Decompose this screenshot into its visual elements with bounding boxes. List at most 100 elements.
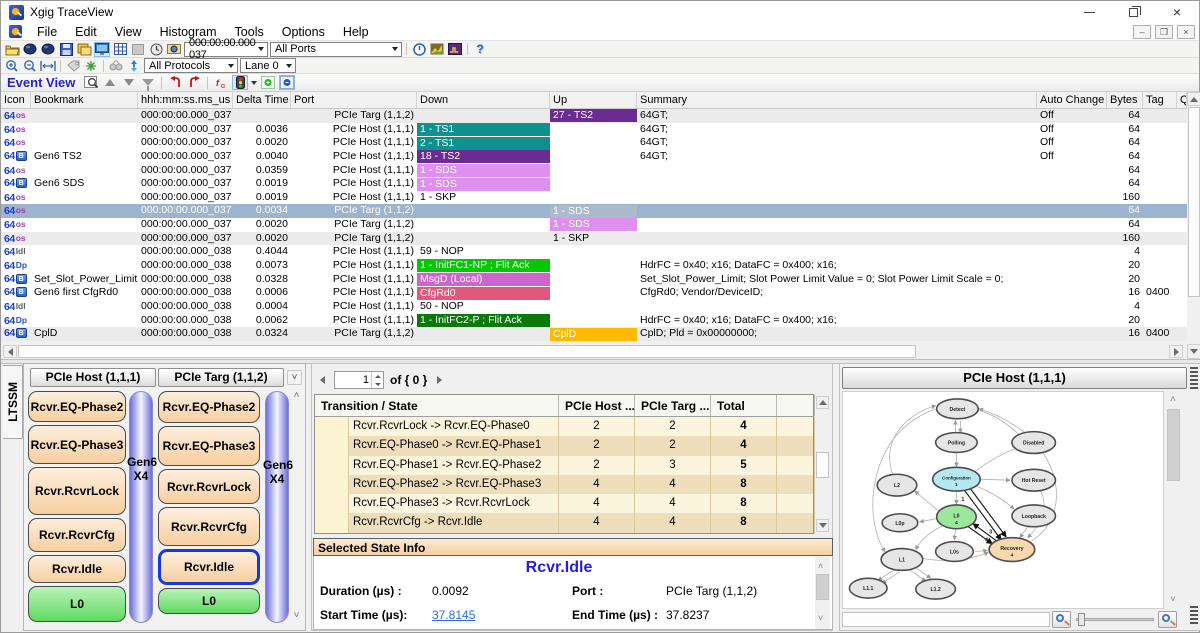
traffic-light-icon[interactable] xyxy=(232,75,248,90)
ltssm-tab[interactable]: LTSSM xyxy=(3,365,23,439)
prev-event-icon[interactable] xyxy=(102,75,118,90)
open-trace-icon[interactable] xyxy=(4,42,20,57)
pager-next-button[interactable] xyxy=(433,373,445,387)
diagram-node-recovery[interactable]: Recovery4 xyxy=(989,538,1035,562)
ports-combo[interactable]: All Ports xyxy=(270,42,402,57)
diagram-node-hot-reset[interactable]: Hot Reset xyxy=(1012,469,1056,491)
transition-scroll-up[interactable] xyxy=(816,396,829,409)
diagram-zoom-slider-thumb[interactable] xyxy=(1078,613,1085,626)
ltssm-state-host-rcvr-rcvrcfg[interactable]: Rcvr.RcvrCfg xyxy=(28,518,126,552)
event-row-15[interactable]: 64Idl000:00:00.000_0380.0004PCIe Host (1… xyxy=(1,300,1187,314)
ltssm-state-host-l0[interactable]: L0 xyxy=(28,586,126,622)
time-jump-combo[interactable]: 000:00:00.000 037 xyxy=(184,42,268,57)
ltssm-scroll-up[interactable]: ˄ xyxy=(290,390,303,401)
ltssm-targ-header[interactable]: PCIe Targ (1,1,2) xyxy=(158,368,284,387)
event-row-1[interactable]: 64os000:00:00.000_037PCIe Targ (1,1,2)27… xyxy=(1,109,1187,123)
state-diagram-canvas[interactable]: DetectPollingDisabledConfiguration1Hot R… xyxy=(842,391,1164,609)
event-row-13[interactable]: 64BSet_Slot_Power_Limit000:00:00.000_038… xyxy=(1,273,1187,287)
zoom-fit-icon[interactable] xyxy=(40,58,56,73)
ltssm-state-targ-rcvr-eq-phase3[interactable]: Rcvr.EQ-Phase3 xyxy=(158,426,260,466)
info-scroll-thumb[interactable] xyxy=(816,574,829,600)
event-row-17[interactable]: 64BCplD000:00:00.000_0380.0324PCIe Targ … xyxy=(1,327,1187,341)
histogram-color-icon[interactable] xyxy=(429,42,445,57)
column-header-auto[interactable]: Auto Change xyxy=(1037,92,1107,108)
close-button[interactable]: × xyxy=(1155,1,1199,23)
marker-icon[interactable] xyxy=(83,58,99,73)
menu-help[interactable]: Help xyxy=(334,23,378,41)
pager-page-spinner[interactable]: 1 xyxy=(334,371,384,389)
traffic-light-dropdown-arrow[interactable] xyxy=(251,81,257,85)
transition-scroll-down[interactable] xyxy=(816,519,829,532)
diagram-node-l1-1[interactable]: L1.1 xyxy=(849,578,887,598)
event-vscroll-thumb[interactable] xyxy=(1188,107,1200,297)
save-icon[interactable] xyxy=(58,42,74,57)
diagram-node-l0p[interactable]: L0p xyxy=(882,514,918,532)
event-row-2[interactable]: 64os000:00:00.000_0370.0036PCIe Host (1,… xyxy=(1,123,1187,137)
goto-event-icon[interactable] xyxy=(83,75,99,90)
ltssm-scroll-down[interactable]: ˅ xyxy=(290,610,303,621)
transition-row-4[interactable]: Rcvr.EQ-Phase2 -> Rcvr.EQ-Phase3448 xyxy=(315,475,813,494)
event-hscroll-thumb[interactable] xyxy=(18,345,916,358)
minimize-button[interactable] xyxy=(1067,1,1111,23)
pager-prev-button[interactable] xyxy=(316,373,328,387)
diagram-node-polling[interactable]: Polling xyxy=(936,433,978,453)
col-total[interactable]: Total xyxy=(711,395,777,416)
diagram-zoom-in-button[interactable] xyxy=(1158,611,1177,628)
column-header-bookmark[interactable]: Bookmark xyxy=(31,92,138,108)
menu-file[interactable]: File xyxy=(28,23,66,41)
event-row-10[interactable]: 64os000:00:00.000_0370.0020PCIe Targ (1,… xyxy=(1,232,1187,246)
mdi-restore-button[interactable]: ❐ xyxy=(1155,25,1173,39)
diagram-node-l1[interactable]: L1 xyxy=(881,549,923,571)
ltssm-state-host-rcvr-eq-phase3[interactable]: Rcvr.EQ-Phase3 xyxy=(28,425,126,464)
zoom-in-icon[interactable] xyxy=(4,58,20,73)
frequency-icon[interactable]: fq xyxy=(213,75,229,90)
col-pcie-targ[interactable]: PCIe Targ ... xyxy=(635,395,711,416)
column-header-delta[interactable]: Delta Time xyxy=(233,92,291,108)
zoom-out-icon[interactable] xyxy=(22,58,38,73)
event-row-9[interactable]: 64os000:00:00.000_0370.0020PCIe Targ (1,… xyxy=(1,218,1187,232)
capture-settings-icon[interactable] xyxy=(166,42,182,57)
ltssm-state-targ-rcvr-rcvrlock[interactable]: Rcvr.RcvrLock xyxy=(158,469,260,504)
mdi-minimize-button[interactable]: – xyxy=(1133,25,1151,39)
next-event-icon[interactable] xyxy=(121,75,137,90)
prev-bookmark-icon[interactable] xyxy=(167,75,183,90)
col-transition-state[interactable]: Transition / State xyxy=(315,395,559,416)
event-vscroll-up-button[interactable] xyxy=(1187,92,1200,106)
help-icon[interactable]: ? xyxy=(472,42,488,57)
mdi-close-button[interactable]: × xyxy=(1177,25,1195,39)
transition-row-5[interactable]: Rcvr.EQ-Phase3 -> Rcvr.RcvrLock448 xyxy=(315,494,813,513)
ltssm-state-host-rcvr-idle[interactable]: Rcvr.Idle xyxy=(28,555,126,583)
event-hscroll-right-button[interactable] xyxy=(1169,345,1183,358)
info-clock-icon[interactable] xyxy=(411,42,427,57)
collapse-blue-icon[interactable] xyxy=(279,75,295,90)
event-hscroll-left-button[interactable] xyxy=(3,345,17,358)
event-row-6[interactable]: 64BGen6 SDS000:00:00.000_0370.0019PCIe H… xyxy=(1,177,1187,191)
trace-a-icon[interactable] xyxy=(22,42,38,57)
menu-edit[interactable]: Edit xyxy=(66,23,106,41)
column-header-down[interactable]: Down xyxy=(417,92,550,108)
ltssm-host-header[interactable]: PCIe Host (1,1,1) xyxy=(30,368,156,387)
ltssm-state-targ-rcvr-rcvrcfg[interactable]: Rcvr.RcvrCfg xyxy=(158,507,260,546)
event-row-5[interactable]: 64os000:00:00.000_0370.0359PCIe Host (1,… xyxy=(1,164,1187,178)
menu-view[interactable]: View xyxy=(106,23,151,41)
transition-table-header[interactable]: Transition / State PCIe Host ... PCIe Ta… xyxy=(315,395,813,417)
state-diagram-title[interactable]: PCIe Host (1,1,1) xyxy=(842,367,1187,389)
protocols-combo[interactable]: All Protocols xyxy=(144,58,238,73)
filter-icon[interactable] xyxy=(140,75,156,90)
event-row-8[interactable]: 64os000:00:00.000_0370.0034PCIe Targ (1,… xyxy=(1,204,1187,218)
menu-options[interactable]: Options xyxy=(273,23,334,41)
column-header-tag[interactable]: Tag xyxy=(1143,92,1177,108)
diagram-node-loopback[interactable]: Loopback xyxy=(1012,505,1056,527)
column-header-port[interactable]: Port xyxy=(291,92,417,108)
save-all-icon[interactable] xyxy=(76,42,92,57)
diagram-node-l2[interactable]: L2 xyxy=(877,474,917,496)
table-view-icon[interactable] xyxy=(112,42,128,57)
analysis-icon[interactable] xyxy=(447,42,463,57)
diagram-scroll-up[interactable]: ˄ xyxy=(1170,394,1176,405)
ltssm-state-targ-rcvr-idle[interactable]: Rcvr.Idle xyxy=(158,549,260,585)
event-table-header[interactable]: IconBookmarkhhh:mm:ss.ms_usDelta TimePor… xyxy=(1,92,1187,109)
transition-scroll-thumb[interactable] xyxy=(816,452,829,478)
diagram-hscroll-thumb[interactable] xyxy=(842,612,1050,627)
info-scroll-down[interactable]: ˅ xyxy=(818,612,823,624)
column-header-time[interactable]: hhh:mm:ss.ms_us xyxy=(138,92,233,108)
